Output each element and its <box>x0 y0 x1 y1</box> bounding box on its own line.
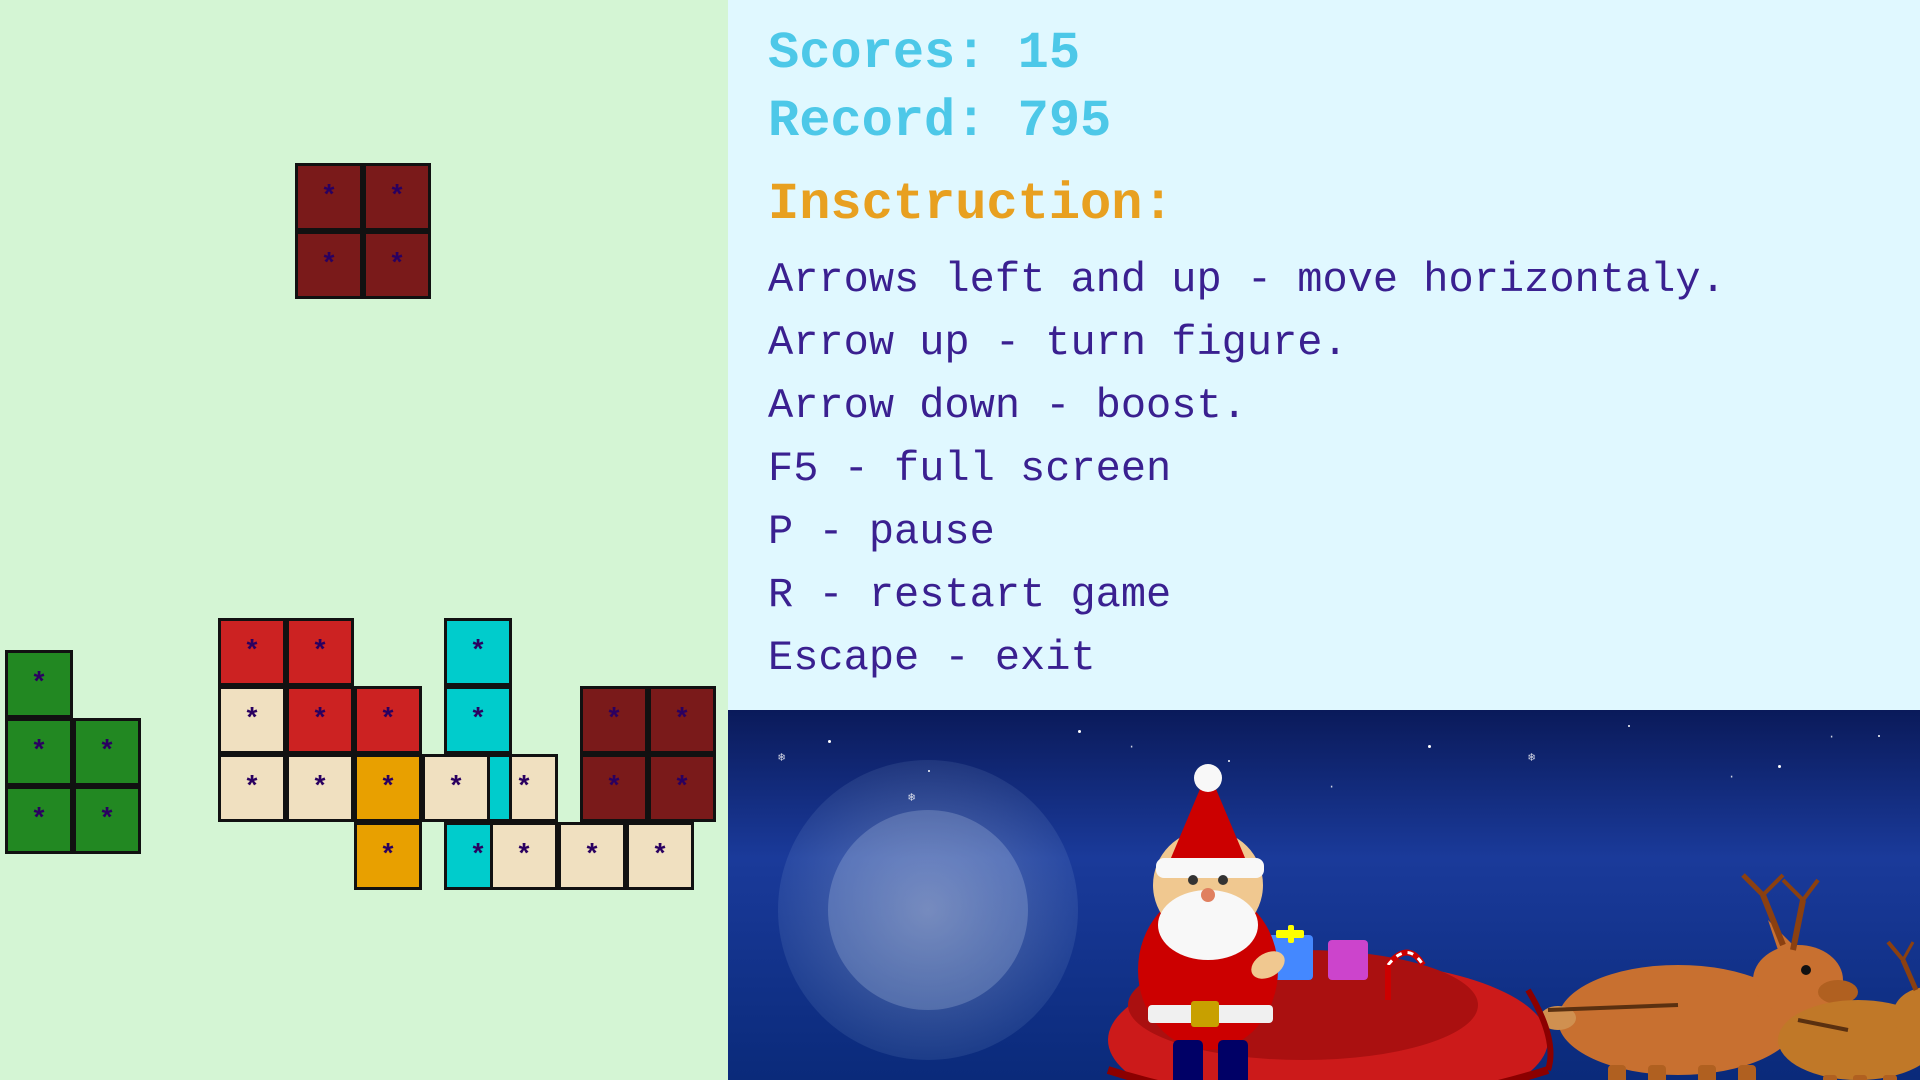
snowflake: ❄ <box>778 750 785 765</box>
block-c1: * <box>444 618 512 686</box>
block-r1: * <box>218 618 286 686</box>
block-b3: * <box>286 754 354 822</box>
game-board: * * * * * * * * * * * * * * * * * * * * … <box>0 0 728 1080</box>
snowflake: · <box>1328 780 1335 794</box>
santa-scene: ❄ ❄ · · ❄ · · <box>728 710 1920 1080</box>
block-b9: * <box>422 754 490 822</box>
block-g2: * <box>5 718 73 786</box>
instruction-title: Insctruction: <box>768 175 1880 234</box>
snowflake: ❄ <box>1528 750 1535 765</box>
block-b2: * <box>218 754 286 822</box>
instruction-line-1: Arrows left and up - move horizontaly. <box>768 249 1880 312</box>
santa-scene-container: ❄ ❄ · · ❄ · · <box>728 710 1920 1080</box>
block-r3: * <box>286 686 354 754</box>
block-b6: * <box>490 822 558 890</box>
block-falling-tr: * <box>363 163 431 231</box>
block-b1: * <box>218 686 286 754</box>
snowflake: · <box>1128 740 1135 754</box>
santa-svg <box>728 710 1920 1080</box>
snowflake: · <box>1728 770 1735 784</box>
info-top: Scores: 15 Record: 795 Insctruction: Arr… <box>728 0 1920 710</box>
block-g5: * <box>73 786 141 854</box>
instruction-line-3: Arrow down - boost. <box>768 375 1880 438</box>
block-dr4: * <box>648 754 716 822</box>
block-r4: * <box>354 686 422 754</box>
block-falling-bl: * <box>295 231 363 299</box>
instruction-line-6: R - restart game <box>768 564 1880 627</box>
block-g4: * <box>5 786 73 854</box>
block-dr3: * <box>580 754 648 822</box>
instruction-line-2: Arrow up - turn figure. <box>768 312 1880 375</box>
scores-line: Scores: 15 <box>768 20 1880 88</box>
block-o2: * <box>354 822 422 890</box>
snowflake: · <box>1828 730 1835 744</box>
snowflake: ❄ <box>908 790 915 805</box>
block-g3: * <box>73 718 141 786</box>
block-c2: * <box>444 686 512 754</box>
block-r2: * <box>286 618 354 686</box>
block-falling-br: * <box>363 231 431 299</box>
instruction-line-5: P - pause <box>768 501 1880 564</box>
block-o1: * <box>354 754 422 822</box>
block-b8: * <box>626 822 694 890</box>
block-b7: * <box>558 822 626 890</box>
block-falling-tl: * <box>295 163 363 231</box>
block-dr2: * <box>648 686 716 754</box>
record-line: Record: 795 <box>768 88 1880 156</box>
block-g1: * <box>5 650 73 718</box>
instruction-line-7: Escape - exit <box>768 627 1880 690</box>
instruction-body: Arrows left and up - move horizontaly. A… <box>768 249 1880 690</box>
block-dr1: * <box>580 686 648 754</box>
info-panel: Scores: 15 Record: 795 Insctruction: Arr… <box>728 0 1920 1080</box>
instruction-line-4: F5 - full screen <box>768 438 1880 501</box>
